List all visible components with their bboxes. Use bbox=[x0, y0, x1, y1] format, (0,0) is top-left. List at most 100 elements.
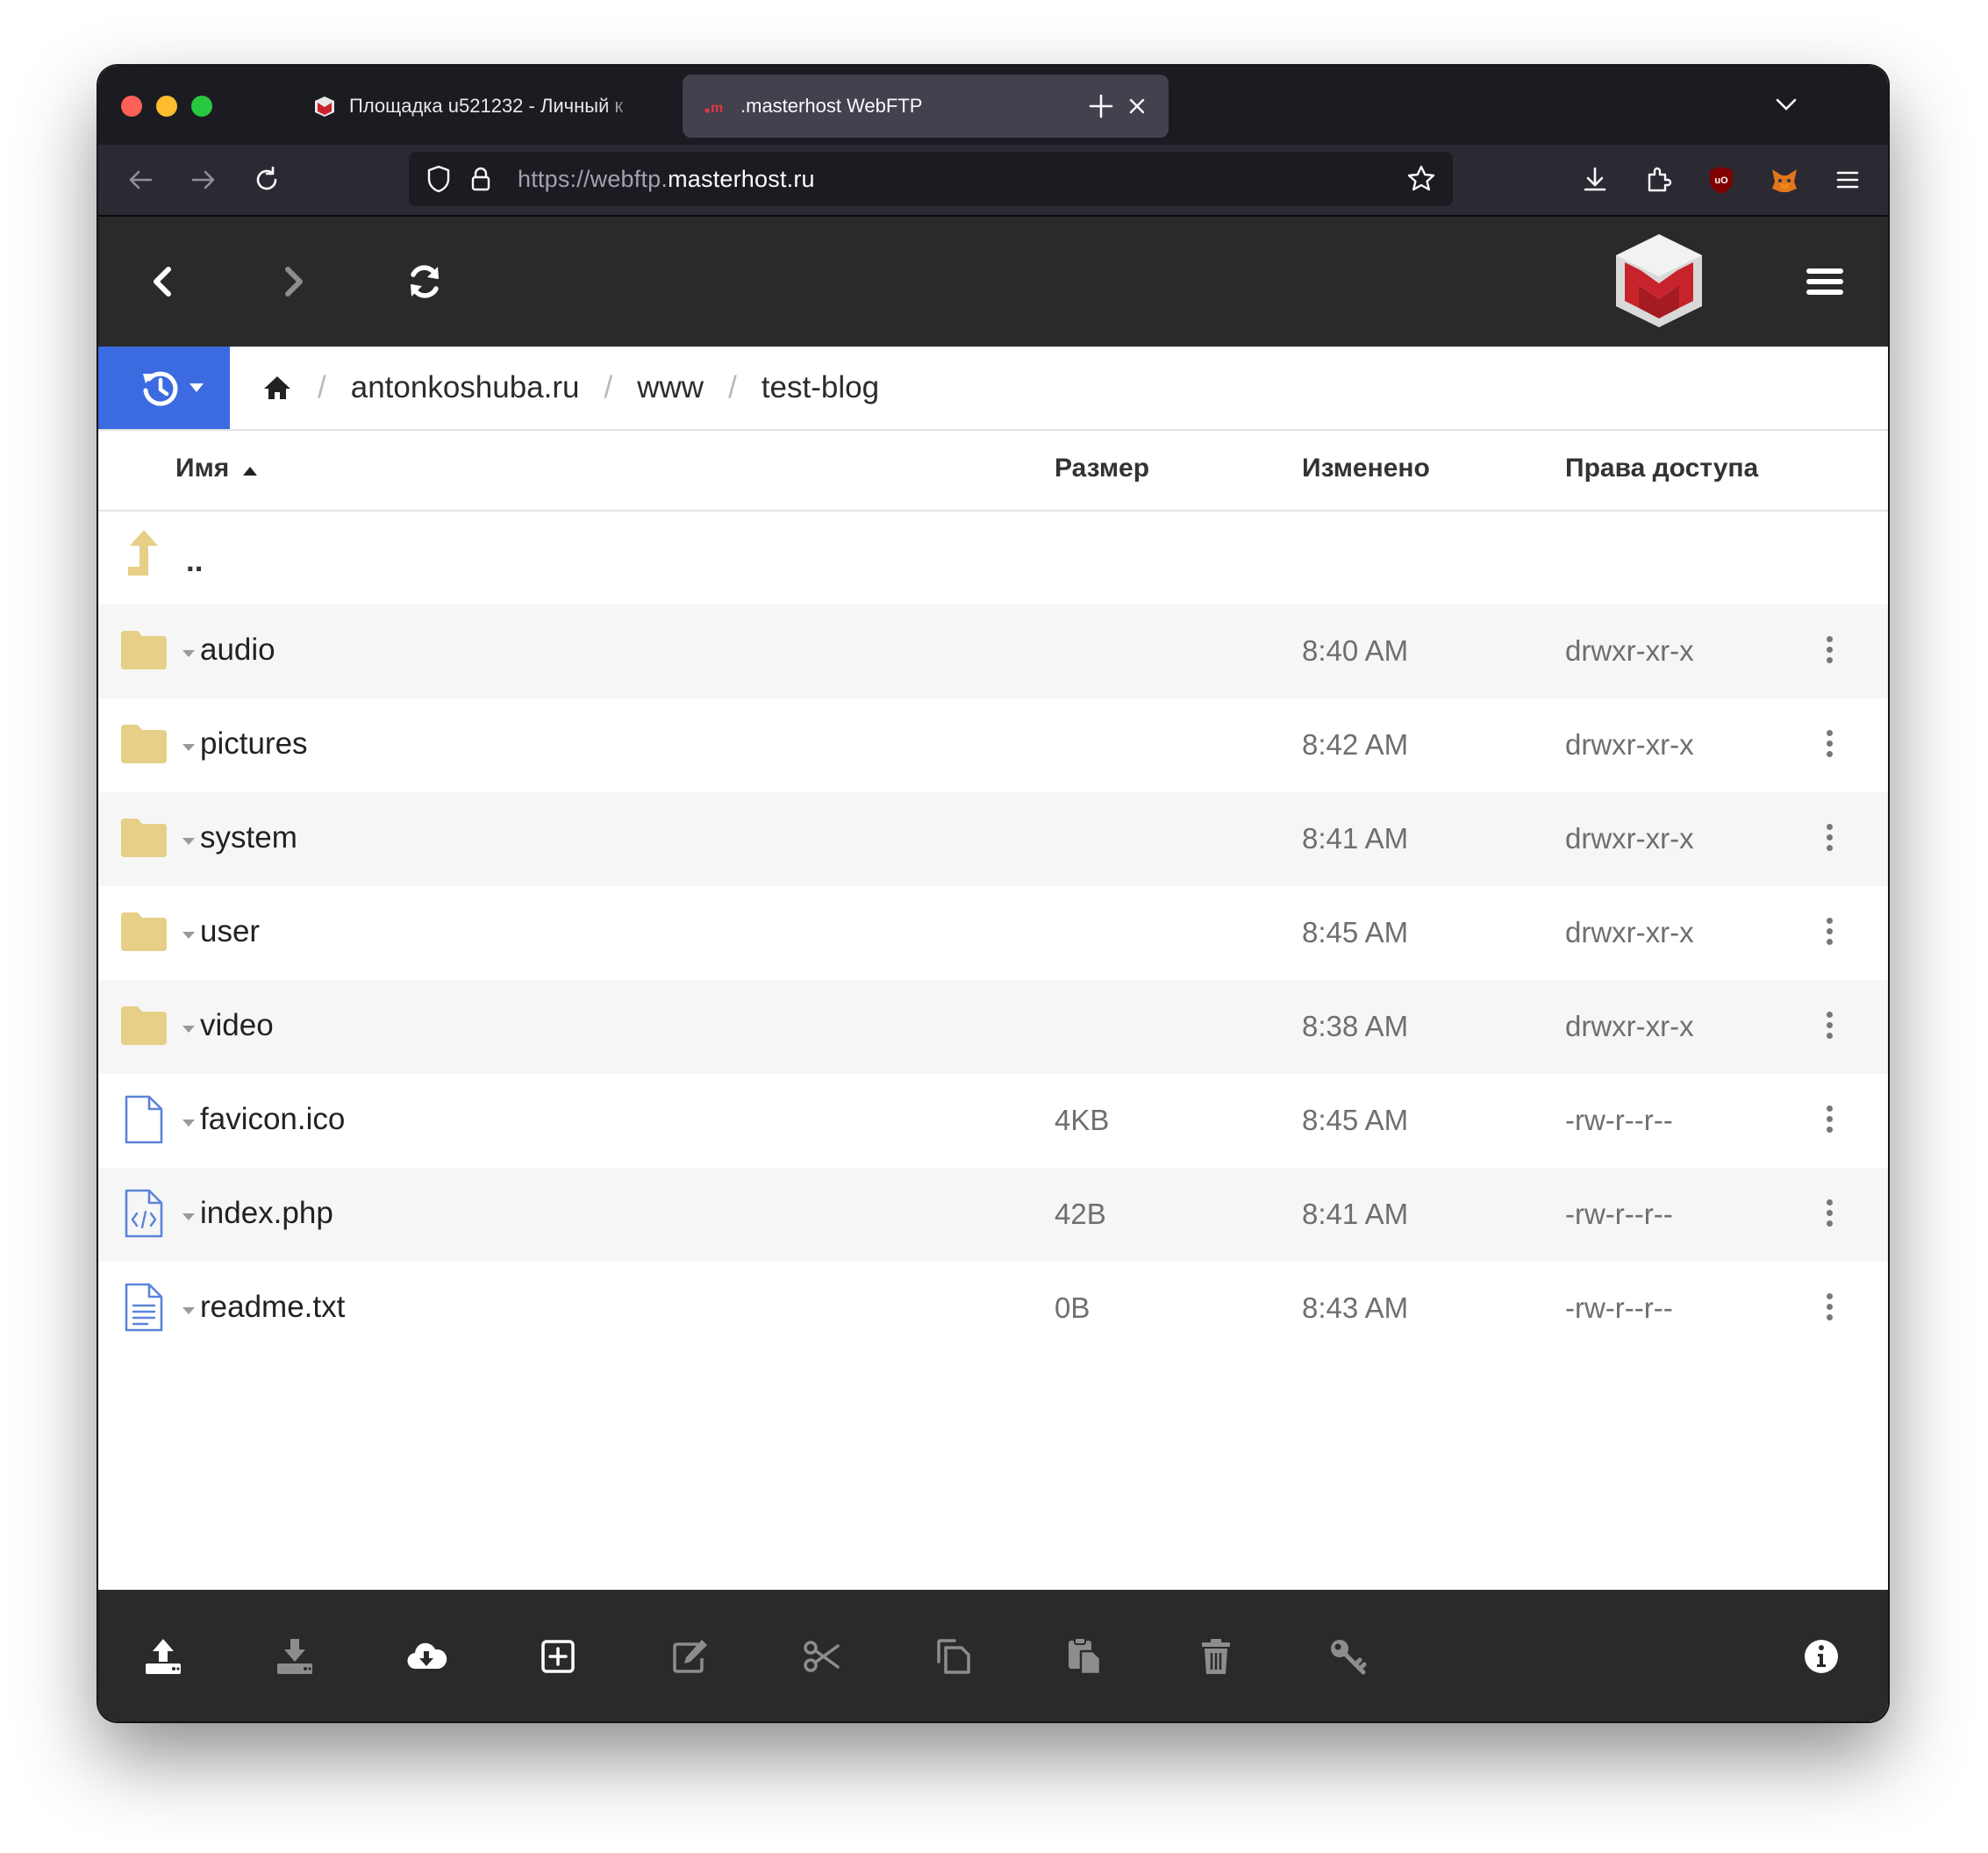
file-size: 4KB bbox=[1055, 1104, 1110, 1136]
kebab-menu-icon[interactable] bbox=[1824, 1105, 1834, 1135]
column-header-size[interactable]: Размер bbox=[1055, 454, 1149, 483]
file-modified: 8:45 AM bbox=[1302, 916, 1409, 948]
file-name[interactable]: index.php bbox=[200, 1196, 333, 1231]
cut-icon[interactable] bbox=[800, 1635, 842, 1678]
file-name[interactable]: video bbox=[200, 1008, 274, 1043]
column-header-modified[interactable]: Изменено bbox=[1302, 454, 1430, 483]
file-permissions: -rw-r--r-- bbox=[1565, 1291, 1673, 1324]
table-row[interactable]: pictures 8:42 AM drwxr-xr-x bbox=[98, 698, 1888, 792]
breadcrumb-separator: / bbox=[604, 370, 613, 404]
history-dropdown-button[interactable] bbox=[98, 347, 230, 429]
breadcrumb: / antonkoshuba.ru / www / test-blog bbox=[261, 347, 879, 429]
shield-icon[interactable] bbox=[421, 161, 456, 197]
file-name[interactable]: pictures bbox=[200, 726, 308, 762]
ublock-origin-icon[interactable]: uO bbox=[1704, 162, 1739, 197]
file-modified: 8:38 AM bbox=[1302, 1010, 1409, 1042]
svg-text:uO: uO bbox=[1714, 175, 1728, 186]
upload-icon[interactable] bbox=[142, 1635, 184, 1678]
download-icon[interactable] bbox=[274, 1635, 316, 1678]
rename-icon[interactable] bbox=[669, 1635, 711, 1678]
url-bar[interactable]: https://webftp.masterhost.ru bbox=[409, 152, 1453, 206]
table-row[interactable]: favicon.ico 4KB 8:45 AM -rw-r--r-- bbox=[98, 1074, 1888, 1168]
parent-directory-row[interactable]: .. bbox=[98, 511, 1888, 605]
new-item-icon[interactable] bbox=[537, 1635, 579, 1678]
breadcrumb-item-domain[interactable]: antonkoshuba.ru bbox=[351, 370, 580, 405]
refresh-icon[interactable] bbox=[398, 255, 451, 308]
row-actions-caret-icon[interactable] bbox=[182, 1120, 195, 1127]
permissions-key-icon[interactable] bbox=[1327, 1635, 1369, 1678]
paste-icon[interactable] bbox=[1063, 1635, 1105, 1678]
kebab-menu-icon[interactable] bbox=[1824, 824, 1834, 854]
file-modified: 8:42 AM bbox=[1302, 728, 1409, 761]
file-permissions: drwxr-xr-x bbox=[1565, 822, 1694, 855]
file-name[interactable]: readme.txt bbox=[200, 1290, 345, 1325]
zoom-window-button[interactable] bbox=[191, 96, 212, 117]
lock-icon[interactable] bbox=[463, 161, 498, 197]
kebab-menu-icon[interactable] bbox=[1824, 1012, 1834, 1041]
file-modified: 8:41 AM bbox=[1302, 822, 1409, 855]
file-name[interactable]: user bbox=[200, 914, 260, 949]
forward-icon[interactable] bbox=[267, 255, 319, 308]
masterhost-dot-m-icon: m bbox=[704, 101, 723, 116]
file-size: 0B bbox=[1055, 1291, 1091, 1324]
table-row[interactable]: user 8:45 AM drwxr-xr-x bbox=[98, 886, 1888, 980]
column-header-name[interactable]: Имя bbox=[175, 454, 258, 483]
file-size: 42B bbox=[1055, 1198, 1106, 1230]
extensions-icon[interactable] bbox=[1641, 162, 1676, 197]
breadcrumb-item-www[interactable]: www bbox=[637, 370, 704, 405]
bookmark-star-icon[interactable] bbox=[1404, 161, 1439, 197]
row-actions-caret-icon[interactable] bbox=[182, 1307, 195, 1314]
minimize-window-button[interactable] bbox=[156, 96, 177, 117]
kebab-menu-icon[interactable] bbox=[1824, 730, 1834, 760]
kebab-menu-icon[interactable] bbox=[1824, 636, 1834, 666]
row-actions-caret-icon[interactable] bbox=[182, 1026, 195, 1033]
delete-icon[interactable] bbox=[1195, 1635, 1237, 1678]
metamask-fox-icon[interactable] bbox=[1767, 162, 1802, 197]
breadcrumb-separator: / bbox=[728, 370, 737, 404]
back-arrow-icon[interactable] bbox=[123, 162, 158, 197]
tab-strip: Площадка u521232 - Личный к m .masterhos… bbox=[98, 66, 1888, 145]
breadcrumb-separator: / bbox=[318, 370, 326, 404]
url-text[interactable]: https://webftp.masterhost.ru bbox=[518, 166, 815, 193]
copy-icon[interactable] bbox=[932, 1635, 974, 1678]
tab-title: .masterhost WebFTP bbox=[740, 95, 923, 117]
back-icon[interactable] bbox=[137, 255, 190, 308]
table-row[interactable]: index.php 42B 8:41 AM -rw-r--r-- bbox=[98, 1168, 1888, 1262]
row-actions-caret-icon[interactable] bbox=[182, 1213, 195, 1220]
reload-icon[interactable] bbox=[249, 162, 284, 197]
row-actions-caret-icon[interactable] bbox=[182, 838, 195, 845]
table-row[interactable]: video 8:38 AM drwxr-xr-x bbox=[98, 980, 1888, 1074]
row-actions-caret-icon[interactable] bbox=[182, 744, 195, 751]
column-header-permissions[interactable]: Права доступа bbox=[1565, 454, 1758, 483]
menu-icon[interactable] bbox=[1798, 255, 1851, 308]
close-window-button[interactable] bbox=[121, 96, 142, 117]
info-icon[interactable] bbox=[1800, 1635, 1842, 1678]
browser-menu-icon[interactable] bbox=[1830, 162, 1865, 197]
kebab-menu-icon[interactable] bbox=[1824, 1293, 1834, 1323]
table-row[interactable]: readme.txt 0B 8:43 AM -rw-r--r-- bbox=[98, 1262, 1888, 1356]
forward-arrow-icon[interactable] bbox=[186, 162, 221, 197]
downloads-icon[interactable] bbox=[1577, 162, 1613, 197]
kebab-menu-icon[interactable] bbox=[1824, 1199, 1834, 1229]
file-icon bbox=[125, 1095, 163, 1144]
chevron-down-icon[interactable] bbox=[1770, 89, 1802, 120]
file-list: .. audio 8:40 AM drwxr-xr-x pictures 8:4… bbox=[98, 511, 1888, 1356]
table-row[interactable]: system 8:41 AM drwxr-xr-x bbox=[98, 792, 1888, 886]
masterhost-logo[interactable] bbox=[1607, 229, 1711, 333]
file-name[interactable]: audio bbox=[200, 633, 275, 668]
breadcrumb-item-current[interactable]: test-blog bbox=[762, 370, 879, 405]
file-table-header: Имя Размер Изменено Права доступа bbox=[98, 429, 1888, 512]
close-tab-icon[interactable] bbox=[1121, 90, 1153, 122]
kebab-menu-icon[interactable] bbox=[1824, 918, 1834, 948]
file-permissions: -rw-r--r-- bbox=[1565, 1104, 1673, 1136]
file-name[interactable]: system bbox=[200, 820, 297, 855]
table-row[interactable]: audio 8:40 AM drwxr-xr-x bbox=[98, 605, 1888, 698]
cloud-download-icon[interactable] bbox=[405, 1635, 447, 1678]
file-name[interactable]: favicon.ico bbox=[200, 1102, 345, 1137]
home-icon[interactable] bbox=[261, 372, 293, 404]
folder-icon bbox=[121, 631, 167, 669]
row-actions-caret-icon[interactable] bbox=[182, 932, 195, 939]
file-modified: 8:43 AM bbox=[1302, 1291, 1409, 1324]
new-tab-icon[interactable] bbox=[1085, 90, 1117, 122]
row-actions-caret-icon[interactable] bbox=[182, 650, 195, 657]
